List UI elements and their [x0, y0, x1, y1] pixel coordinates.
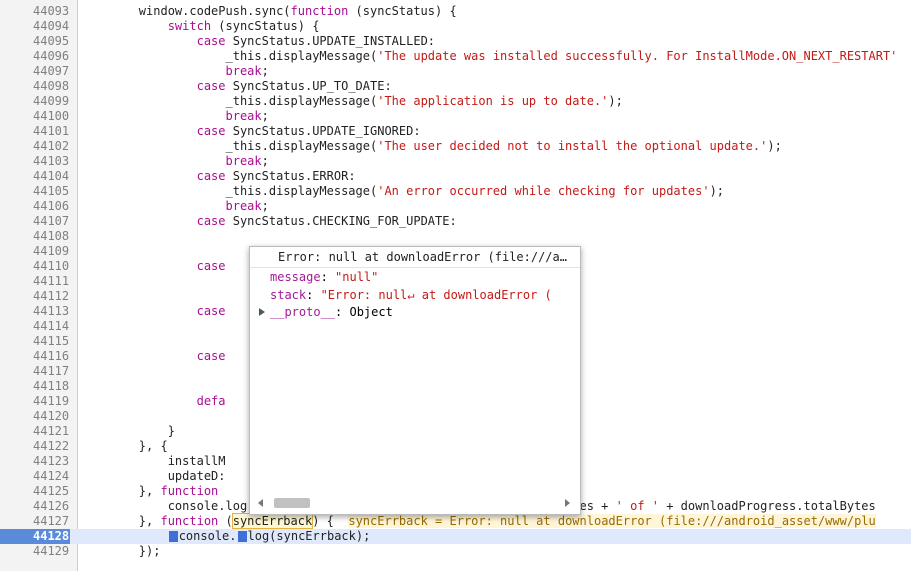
message-value: "null" [335, 270, 379, 284]
code-text: case [196, 259, 226, 273]
code-text: case SyncStatus.CHECKING_FOR_UPDATE: [196, 214, 457, 228]
current-execution-line[interactable]: 44128 console. log(syncErrback); [0, 529, 911, 544]
code-text: _this.displayMessage('The update was ins… [81, 49, 898, 63]
scrollbar-thumb[interactable] [274, 498, 310, 508]
code-text: case SyncStatus.UPDATE_IGNORED: [196, 124, 421, 138]
message-property[interactable]: message: "null" [270, 269, 378, 286]
line-number[interactable]: 44093 [0, 4, 70, 19]
code-text: window.codePush.sync(function (syncStatu… [81, 4, 457, 18]
code-text: case [196, 304, 226, 318]
object-inspector-popover[interactable]: Error: null at downloadError (file:///a…… [249, 246, 581, 515]
code-line[interactable]: 44100 break; [0, 109, 911, 124]
code-line[interactable]: 44094 switch (syncStatus) { [0, 19, 911, 34]
line-number[interactable]: 44118 [0, 379, 70, 394]
proto-value: Object [349, 305, 393, 319]
code-text: case SyncStatus.UPDATE_INSTALLED: [196, 34, 436, 48]
line-number[interactable]: 44107 [0, 214, 70, 229]
code-text: break; [225, 154, 269, 168]
line-number[interactable]: 44103 [0, 154, 70, 169]
line-number[interactable]: 44129 [0, 544, 70, 559]
code-line[interactable]: 44099 _this.displayMessage('The applicat… [0, 94, 911, 109]
line-number[interactable]: 44113 [0, 304, 70, 319]
line-number[interactable]: 44099 [0, 94, 70, 109]
proto-key: __proto__ [270, 305, 336, 319]
code-text: }, function (syncErrback) { syncErrback … [81, 513, 876, 529]
line-number[interactable]: 44105 [0, 184, 70, 199]
code-text: _this.displayMessage('The user decided n… [81, 139, 782, 153]
code-line[interactable]: 44093 window.codePush.sync(function (syn… [0, 4, 911, 19]
line-number[interactable]: 44100 [0, 109, 70, 124]
line-number[interactable]: 44116 [0, 349, 70, 364]
code-text: } [81, 424, 175, 438]
code-line[interactable]: 44108 [0, 229, 911, 244]
code-text: defa [196, 394, 226, 408]
line-number[interactable]: 44119 [0, 394, 70, 409]
line-number[interactable]: 44124 [0, 469, 70, 484]
line-number[interactable]: 44117 [0, 364, 70, 379]
code-line[interactable]: 44107 case SyncStatus.CHECKING_FOR_UPDAT… [0, 214, 911, 229]
line-number[interactable]: 44114 [0, 319, 70, 334]
code-text: break; [225, 64, 269, 78]
code-text: switch (syncStatus) { [167, 19, 320, 33]
code-text: }, function [81, 484, 219, 498]
line-number[interactable]: 44123 [0, 454, 70, 469]
code-line[interactable]: 44105 _this.displayMessage('An error occ… [0, 184, 911, 199]
line-number[interactable]: 44122 [0, 439, 70, 454]
message-key: message [270, 270, 321, 284]
line-number[interactable]: 44106 [0, 199, 70, 214]
line-number[interactable]: 44115 [0, 334, 70, 349]
code-text: _this.displayMessage('An error occurred … [81, 184, 725, 198]
code-line[interactable]: 44096 _this.displayMessage('The update w… [0, 49, 911, 64]
stack-value: "Error: null↵ at downloadError ( [320, 288, 552, 302]
stack-property[interactable]: stack: "Error: null↵ at downloadError ( [270, 287, 552, 304]
line-number[interactable]: 44128 [0, 529, 70, 544]
line-number[interactable]: 44109 [0, 244, 70, 259]
line-number[interactable]: 44120 [0, 409, 70, 424]
code-line[interactable]: 44127 }, function (syncErrback) { syncEr… [0, 513, 911, 529]
code-text: case SyncStatus.UP_TO_DATE: [196, 79, 392, 93]
code-text: updateD: [81, 469, 226, 483]
code-text: case SyncStatus.ERROR: [196, 169, 356, 183]
code-line[interactable]: 44104 case SyncStatus.ERROR: [0, 169, 911, 184]
code-line[interactable]: 44129 }); [0, 544, 911, 559]
code-line[interactable]: 44098 case SyncStatus.UP_TO_DATE: [0, 79, 911, 94]
line-number[interactable]: 44098 [0, 79, 70, 94]
code-line[interactable]: 44103 break; [0, 154, 911, 169]
scroll-left-arrow-icon[interactable] [258, 499, 263, 507]
line-number[interactable]: 44127 [0, 514, 70, 529]
line-number[interactable]: 44097 [0, 64, 70, 79]
expand-triangle-icon[interactable] [259, 308, 265, 316]
code-text: case [196, 349, 226, 363]
line-number[interactable]: 44104 [0, 169, 70, 184]
line-number[interactable]: 44126 [0, 499, 70, 514]
stack-key: stack [270, 288, 307, 302]
code-text: installM [81, 454, 226, 468]
line-number[interactable]: 44112 [0, 289, 70, 304]
line-number[interactable]: 44101 [0, 124, 70, 139]
scroll-right-arrow-icon[interactable] [565, 499, 570, 507]
line-number[interactable]: 44121 [0, 424, 70, 439]
line-number[interactable]: 44096 [0, 49, 70, 64]
proto-property[interactable]: __proto__: Object [270, 304, 393, 321]
code-text: console. log(syncErrback); [81, 529, 370, 544]
code-text: break; [225, 199, 269, 213]
code-line[interactable]: 44102 _this.displayMessage('The user dec… [0, 139, 911, 154]
line-number[interactable]: 44108 [0, 229, 70, 244]
code-line[interactable]: 44095 case SyncStatus.UPDATE_INSTALLED: [0, 34, 911, 49]
line-number[interactable]: 44110 [0, 259, 70, 274]
code-line[interactable]: 44106 break; [0, 199, 911, 214]
line-number[interactable]: 44111 [0, 274, 70, 289]
line-number[interactable]: 44094 [0, 19, 70, 34]
popover-title: Error: null at downloadError (file:///a… [250, 247, 580, 268]
code-text: }, { [81, 439, 168, 453]
horizontal-scrollbar[interactable] [258, 497, 570, 509]
line-number[interactable]: 44095 [0, 34, 70, 49]
code-line[interactable]: 44097 break; [0, 64, 911, 79]
line-number[interactable]: 44125 [0, 484, 70, 499]
code-text: _this.displayMessage('The application is… [81, 94, 623, 108]
code-text: break; [225, 109, 269, 123]
code-text: }); [81, 544, 161, 558]
line-number[interactable]: 44102 [0, 139, 70, 154]
code-line[interactable]: 44101 case SyncStatus.UPDATE_IGNORED: [0, 124, 911, 139]
